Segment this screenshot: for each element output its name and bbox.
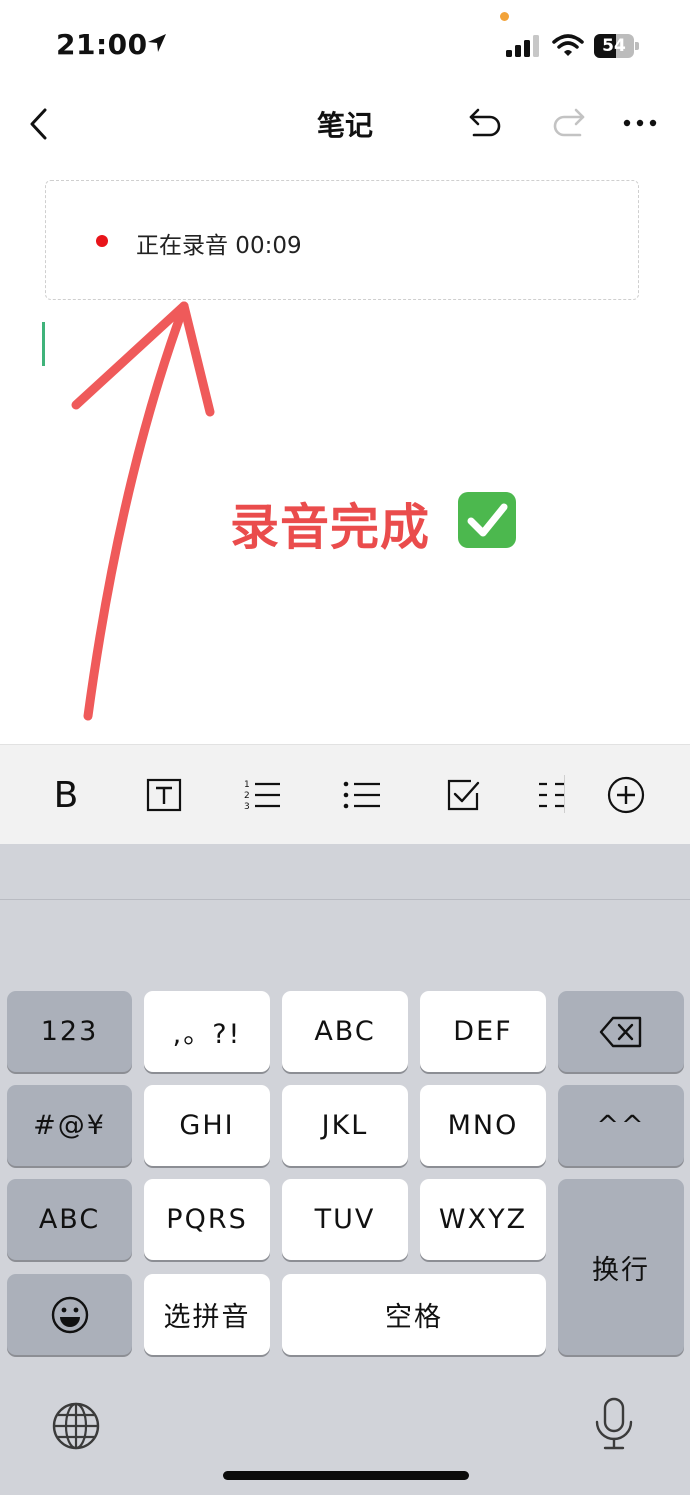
svg-text:2: 2 (244, 791, 250, 801)
numbered-list-button[interactable]: 1 2 3 (232, 745, 292, 845)
key-123[interactable]: 123 (7, 991, 132, 1072)
key-select-pinyin[interactable]: 选拼音 (144, 1274, 270, 1355)
back-chevron-icon[interactable] (26, 106, 56, 142)
key-emoticon[interactable]: ^^ (558, 1085, 684, 1166)
wifi-icon (552, 34, 584, 56)
backspace-icon (599, 1016, 642, 1047)
checklist-button[interactable] (433, 745, 493, 845)
keyboard (0, 844, 690, 1495)
microphone-icon[interactable] (592, 1396, 636, 1452)
key-symbols[interactable]: #@¥ (7, 1085, 132, 1166)
recording-indicator-dot (96, 235, 108, 247)
keyboard-candidate-divider (0, 899, 690, 900)
key-ghi[interactable]: GHI (144, 1085, 270, 1166)
space-key[interactable]: 空格 (282, 1274, 546, 1355)
annotation-text: 录音完成 (230, 499, 431, 556)
indent-icon (539, 782, 565, 808)
battery-icon: 54 (594, 34, 640, 58)
key-tuv[interactable]: TUV (282, 1179, 408, 1260)
key-wxyz[interactable]: WXYZ (420, 1179, 546, 1260)
backspace-key[interactable] (558, 991, 684, 1072)
return-key[interactable]: 换行 (558, 1179, 684, 1355)
indent-button[interactable] (522, 745, 582, 845)
numbered-list-icon: 1 2 3 (244, 780, 280, 812)
key-abc[interactable]: ABC (282, 991, 408, 1072)
status-time: 21:00 (56, 28, 148, 61)
undo-icon[interactable] (466, 104, 506, 142)
emoji-icon (51, 1296, 88, 1333)
toolbar-divider (564, 775, 565, 813)
text-box-icon (146, 778, 182, 812)
page-title: 笔记 (316, 109, 373, 142)
add-circle-icon (607, 776, 645, 814)
add-button[interactable] (596, 745, 656, 845)
svg-text:3: 3 (244, 802, 250, 812)
redo-icon[interactable] (548, 104, 588, 142)
globe-icon[interactable] (50, 1400, 102, 1452)
bold-button[interactable]: B (36, 745, 96, 845)
signal-icon (506, 35, 539, 57)
text-caret (42, 322, 45, 366)
key-def[interactable]: DEF (420, 991, 546, 1072)
check-mark-icon (458, 492, 516, 548)
checkbox-icon (447, 779, 480, 811)
key-mno[interactable]: MNO (420, 1085, 546, 1166)
key-pqrs[interactable]: PQRS (144, 1179, 270, 1260)
emoji-key[interactable] (7, 1274, 132, 1355)
more-icon[interactable] (620, 106, 660, 140)
key-jkl[interactable]: JKL (282, 1085, 408, 1166)
recording-status: 正在录音 00:09 (136, 233, 302, 259)
battery-percent: 54 (602, 36, 626, 56)
home-indicator[interactable] (223, 1471, 469, 1480)
navigation-arrow-icon (148, 34, 166, 52)
privacy-indicator-dot (500, 12, 509, 21)
format-toolbar: B 1 2 3 (0, 744, 690, 845)
svg-text:1: 1 (244, 780, 250, 790)
bullet-list-icon (343, 781, 380, 809)
text-style-button[interactable] (134, 745, 194, 845)
key-abc-switch[interactable]: ABC (7, 1179, 132, 1260)
key-punctuation[interactable]: ,。?! (144, 991, 270, 1072)
recording-block[interactable] (45, 180, 639, 300)
bullet-list-button[interactable] (332, 745, 392, 845)
